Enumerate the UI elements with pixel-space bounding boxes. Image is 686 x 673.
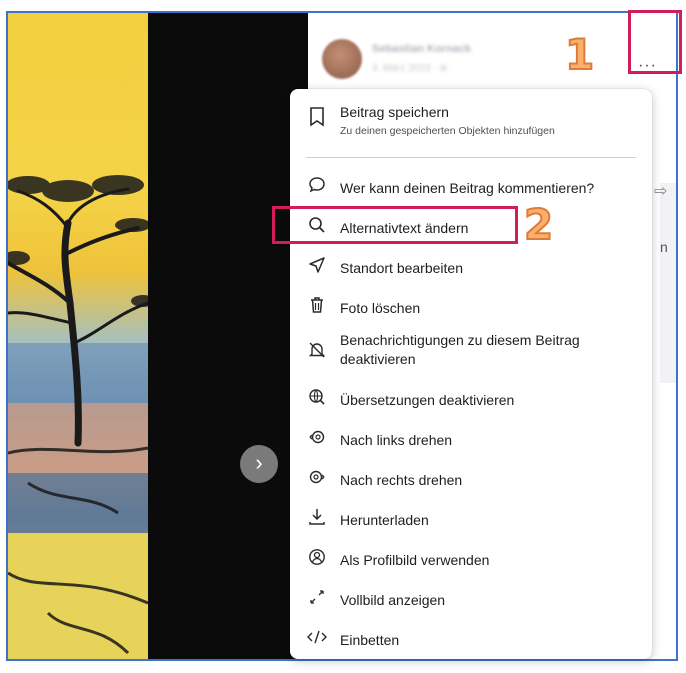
share-icon[interactable]: ⇨ xyxy=(654,181,667,201)
menu-item-label: Als Profilbild verwenden xyxy=(340,552,490,568)
embed-icon xyxy=(306,628,328,650)
menu-item-label: Wer kann deinen Beitrag kommentieren? xyxy=(340,180,595,196)
location-arrow-icon xyxy=(306,256,328,278)
menu-item-label: Standort bearbeiten xyxy=(340,260,463,276)
menu-item-save-post[interactable]: Beitrag speichern Zu deinen gespeicherte… xyxy=(290,101,652,149)
menu-item-label: Übersetzungen deaktivieren xyxy=(340,392,515,408)
menu-item-set-profile-picture[interactable]: Als Profilbild verwenden xyxy=(290,545,652,573)
menu-item-label: Nach rechts drehen xyxy=(340,472,463,488)
menu-item-sublabel: Zu deinen gespeicherten Objekten hinzufü… xyxy=(340,125,555,137)
tree-illustration xyxy=(8,175,148,659)
menu-item-label: Herunterladen xyxy=(340,512,429,528)
menu-item-rotate-left[interactable]: Nach links drehen xyxy=(290,425,652,453)
post-timestamp[interactable]: 3. März 2023 · ⊕ xyxy=(372,63,448,74)
menu-item-embed[interactable]: Einbetten xyxy=(290,625,652,653)
annotation-step-2: 2 xyxy=(523,200,554,249)
download-icon xyxy=(306,508,328,530)
menu-item-notifications-off[interactable]: Benachrichtigungen zu diesem Beitrag dea… xyxy=(290,329,652,375)
menu-item-label: Foto löschen xyxy=(340,300,421,316)
menu-item-label: Einbetten xyxy=(340,632,400,648)
next-photo-button[interactable]: › xyxy=(240,445,278,483)
avatar[interactable] xyxy=(322,39,362,79)
menu-item-label: Benachrichtigungen zu diesem Beitrag xyxy=(340,332,580,348)
hidden-text-fragment: n xyxy=(660,239,668,255)
panel-background-strip xyxy=(660,183,676,383)
menu-item-comment-settings[interactable]: Wer kann deinen Beitrag kommentieren? xyxy=(290,173,652,201)
bookmark-icon xyxy=(306,107,328,129)
menu-item-edit-location[interactable]: Standort bearbeiten xyxy=(290,253,652,281)
annotation-step-1: 1 xyxy=(564,30,595,79)
menu-item-label: Beitrag speichern xyxy=(340,104,449,120)
chevron-right-icon: › xyxy=(255,450,263,475)
menu-item-rotate-right[interactable]: Nach rechts drehen xyxy=(290,465,652,493)
menu-item-label: Vollbild anzeigen xyxy=(340,592,446,608)
post-options-menu: Beitrag speichern Zu deinen gespeicherte… xyxy=(290,89,652,659)
menu-item-fullscreen[interactable]: Vollbild anzeigen xyxy=(290,585,652,613)
menu-divider xyxy=(306,157,636,158)
menu-item-download[interactable]: Herunterladen xyxy=(290,505,652,533)
annotation-highlight-alt-text xyxy=(272,206,518,244)
menu-item-label: Nach links drehen xyxy=(340,432,453,448)
rotate-right-icon xyxy=(306,468,328,490)
profile-icon xyxy=(306,548,328,570)
globe-icon xyxy=(306,388,328,410)
artwork-photo xyxy=(8,13,148,659)
trash-icon xyxy=(306,296,328,318)
comment-icon xyxy=(306,176,328,198)
fullscreen-icon xyxy=(306,588,328,610)
author-name[interactable]: Sebastian Kornack xyxy=(372,43,471,55)
post-header: Sebastian Kornack 3. März 2023 · ⊕ ··· xyxy=(308,13,676,91)
menu-item-label-line2: deaktivieren xyxy=(340,351,416,367)
menu-item-delete-photo[interactable]: Foto löschen xyxy=(290,293,652,321)
menu-item-translations-off[interactable]: Übersetzungen deaktivieren xyxy=(290,385,652,413)
rotate-left-icon xyxy=(306,428,328,450)
photo-dark-area xyxy=(148,13,308,659)
annotation-highlight-more-button xyxy=(628,10,682,74)
bell-off-icon xyxy=(306,341,328,363)
